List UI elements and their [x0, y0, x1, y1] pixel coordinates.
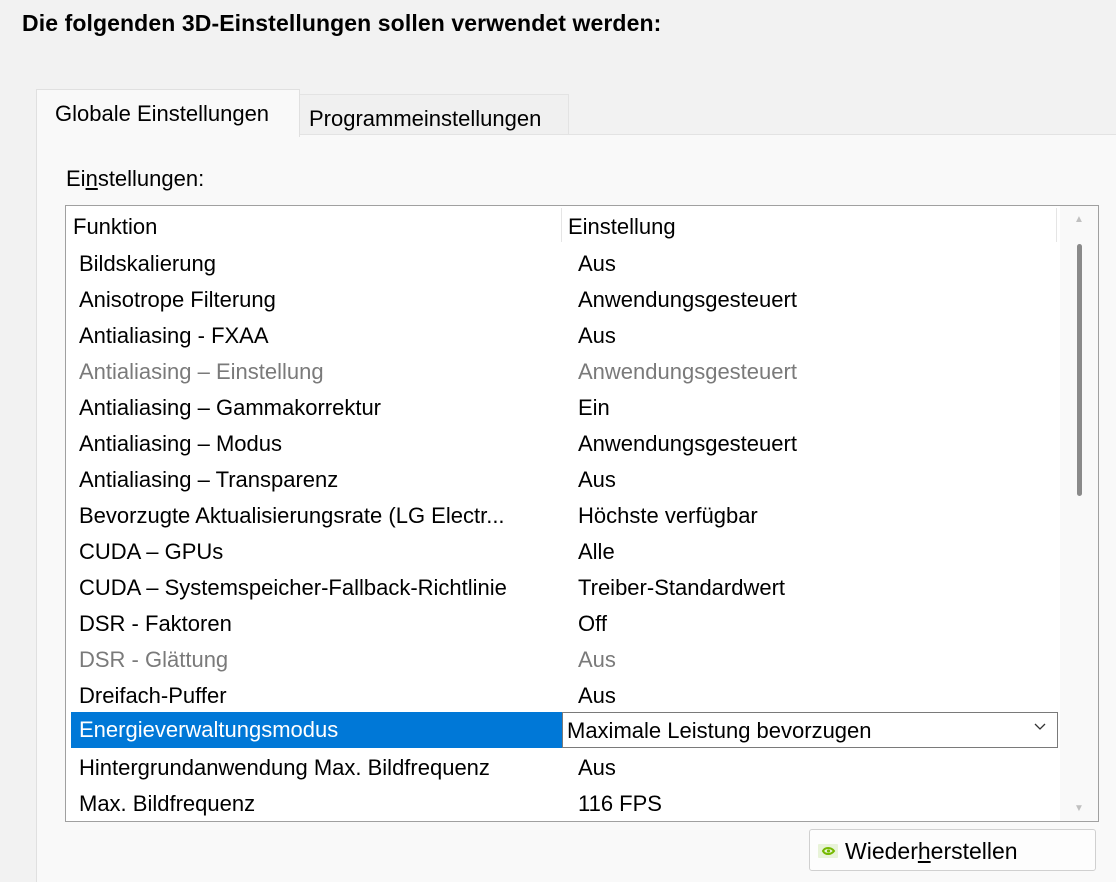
table-row[interactable]: Energieverwaltungsmodus Maximale Leistung…	[66, 712, 1058, 748]
table-row[interactable]: DSR - Glättung Aus	[66, 642, 1056, 678]
column-header-setting[interactable]: Einstellung	[568, 214, 676, 240]
row-setting-value: Anwendungsgesteuert	[578, 359, 797, 384]
nvidia-icon	[818, 844, 838, 858]
row-function-name: DSR - Glättung	[79, 647, 229, 672]
restore-label-mnemonic: h	[917, 838, 931, 864]
row-setting-value: Aus	[578, 755, 616, 780]
settings-list-label: Einstellungen:	[66, 166, 204, 192]
table-row[interactable]: Antialiasing – Einstellung Anwendungsgest…	[66, 354, 1056, 390]
row-setting-value: Aus	[578, 251, 616, 276]
table-row[interactable]: CUDA – GPUs Alle	[66, 534, 1056, 570]
table-row[interactable]: CUDA – Systemspeicher-Fallback-Richtlini…	[66, 570, 1056, 606]
restore-button[interactable]: Wiederherstellen	[809, 829, 1096, 871]
row-function-name: Bevorzugte Aktualisierungsrate (LG Elect…	[79, 503, 505, 528]
dropdown-selected-value: Maximale Leistung bevorzugen	[567, 718, 872, 743]
table-row[interactable]: Bevorzugte Aktualisierungsrate (LG Elect…	[66, 498, 1056, 534]
column-divider[interactable]	[561, 208, 562, 242]
restore-label-prefix: Wieder	[845, 838, 918, 864]
settings-label-suffix: stellungen:	[97, 166, 205, 191]
column-header-function[interactable]: Funktion	[73, 214, 157, 240]
settings-label-mnemonic: n	[85, 166, 98, 191]
scrollbar-thumb[interactable]	[1077, 244, 1082, 496]
row-setting-value: Aus	[578, 467, 616, 492]
table-row[interactable]: Antialiasing – Modus Anwendungsgesteuert	[66, 426, 1056, 462]
restore-label-suffix: erstellen	[930, 838, 1018, 864]
row-function-name: Energieverwaltungsmodus	[79, 717, 339, 742]
row-setting-value: 116 FPS	[578, 791, 662, 816]
row-function-name: Bildskalierung	[79, 251, 216, 276]
column-divider[interactable]	[1056, 208, 1057, 242]
row-function-name: Dreifach-Puffer	[79, 683, 227, 708]
table-row[interactable]: Anisotrope Filterung Anwendungsgesteuert	[66, 282, 1056, 318]
row-function-name: Hintergrundanwendung Max. Bildfrequenz	[79, 755, 490, 780]
table-row[interactable]: Hintergrundanwendung Max. Bildfrequenz Au…	[66, 750, 1056, 786]
row-setting-value: Anwendungsgesteuert	[578, 287, 797, 312]
table-row[interactable]: Antialiasing – Gammakorrektur Ein	[66, 390, 1056, 426]
row-function-name: Antialiasing - FXAA	[79, 323, 269, 348]
page-heading: Die folgenden 3D-Einstellungen sollen ve…	[22, 10, 662, 36]
row-setting-value: Anwendungsgesteuert	[578, 431, 797, 456]
row-function-name: Antialiasing – Einstellung	[79, 359, 324, 384]
tab-global-settings-label: Globale Einstellungen	[55, 101, 270, 126]
table-row[interactable]: Bildskalierung Aus	[66, 246, 1056, 282]
restore-button-label: Wiederherstellen	[845, 838, 1018, 865]
table-row[interactable]: DSR - Faktoren Off	[66, 606, 1056, 642]
table-row[interactable]: Antialiasing - FXAA Aus	[66, 318, 1056, 354]
tab-program-settings-label: Programmeinstellungen	[309, 106, 542, 131]
tab-global-settings[interactable]: Globale Einstellungen	[36, 89, 300, 137]
settings-label-prefix: Ei	[66, 166, 86, 191]
row-setting-value: Aus	[578, 647, 616, 672]
table-row[interactable]: Max. Bildfrequenz 116 FPS	[66, 786, 1056, 821]
row-setting-value: Aus	[578, 683, 616, 708]
row-function-name: Antialiasing – Modus	[79, 431, 283, 456]
row-setting-value: Off	[578, 611, 607, 636]
row-function-name: Antialiasing – Gammakorrektur	[79, 395, 382, 420]
setting-value-dropdown[interactable]: Maximale Leistung bevorzugen	[562, 712, 1058, 748]
row-function-name: CUDA – GPUs	[79, 539, 224, 564]
table-row[interactable]: Antialiasing – Transparenz Aus	[66, 462, 1056, 498]
chevron-down-icon[interactable]	[1033, 719, 1047, 733]
scroll-down-icon[interactable]: ▼	[1074, 803, 1084, 814]
row-function-name: CUDA – Systemspeicher-Fallback-Richtlini…	[79, 575, 507, 600]
scroll-up-icon[interactable]: ▲	[1074, 214, 1084, 225]
row-setting-value: Alle	[578, 539, 615, 564]
row-function-name: Max. Bildfrequenz	[79, 791, 256, 816]
row-function-name: Anisotrope Filterung	[79, 287, 276, 312]
row-function-name: DSR - Faktoren	[79, 611, 232, 636]
table-row[interactable]: Dreifach-Puffer Aus	[66, 678, 1056, 714]
row-setting-value: Ein	[578, 395, 610, 420]
vertical-scrollbar[interactable]: ▲ ▼	[1060, 206, 1098, 821]
list-column-header: Funktion Einstellung	[66, 206, 1098, 244]
settings-list[interactable]: Funktion Einstellung Bildskalierung Aus An…	[65, 205, 1099, 822]
row-setting-value: Aus	[578, 323, 616, 348]
row-setting-value: Höchste verfügbar	[578, 503, 758, 528]
tab-program-settings[interactable]: Programmeinstellungen	[298, 94, 569, 135]
row-function-name: Antialiasing – Transparenz	[79, 467, 339, 492]
row-setting-value: Treiber-Standardwert	[578, 575, 786, 600]
